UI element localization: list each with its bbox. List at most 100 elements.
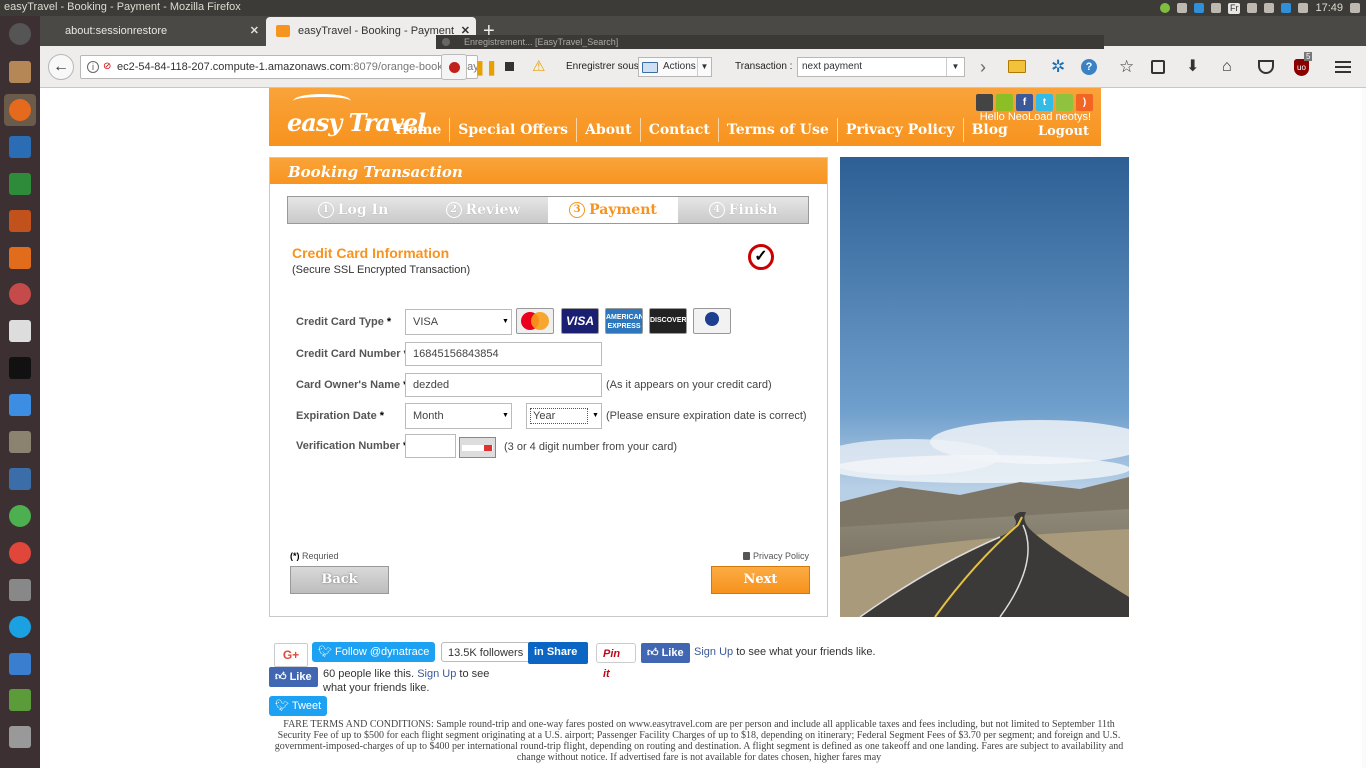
verification-input[interactable] xyxy=(405,434,456,458)
launcher-skype-icon[interactable] xyxy=(4,611,36,643)
clock[interactable]: 17:49 xyxy=(1315,2,1343,14)
keyboard-layout-indicator[interactable]: Fr xyxy=(1227,2,1241,14)
facebook-signup-link-2[interactable]: Sign Up xyxy=(417,668,456,680)
launcher-vmware-icon[interactable] xyxy=(4,648,36,680)
linkedin-share-button[interactable]: in Share xyxy=(528,642,588,664)
chevron-down-icon[interactable]: ▼ xyxy=(946,58,964,76)
help-icon[interactable]: ? xyxy=(1081,59,1097,75)
chevron-down-icon: ▼ xyxy=(697,58,711,76)
volume-icon[interactable] xyxy=(1298,3,1309,13)
recorder-window-titlebar[interactable]: Enregistrement... [EasyTravel_Search] xyxy=(436,35,1104,49)
apple-icon[interactable] xyxy=(976,94,993,111)
power-gear-icon[interactable] xyxy=(1350,3,1360,13)
step-review[interactable]: 2 Review xyxy=(418,197,548,223)
wifi-icon[interactable] xyxy=(1264,3,1275,13)
mail-icon[interactable] xyxy=(1281,3,1292,13)
record-button[interactable] xyxy=(441,54,467,80)
facebook-icon[interactable]: f xyxy=(1016,94,1033,111)
card-number-input[interactable]: 16845156843854 xyxy=(405,342,602,366)
folder-icon xyxy=(642,62,658,73)
warning-icon[interactable]: ⚠ xyxy=(532,59,548,75)
info-icon[interactable]: i xyxy=(87,61,99,74)
tab-sessionrestore[interactable]: about:sessionrestore ✕ xyxy=(55,17,265,46)
launcher-impress-icon[interactable] xyxy=(4,205,36,237)
facebook-like-button[interactable]: 👍︎ Like xyxy=(641,643,690,663)
url-bar[interactable]: i ⊘ ec2-54-84-118-207.compute-1.amazonaws.… xyxy=(80,55,478,79)
launcher-chrome-icon[interactable] xyxy=(4,537,36,569)
twitter-icon[interactable]: t xyxy=(1036,94,1053,111)
android-icon[interactable] xyxy=(996,94,1013,111)
launcher-calc-icon[interactable] xyxy=(4,168,36,200)
next-button[interactable]: Next xyxy=(711,566,810,594)
launcher-dash-icon[interactable] xyxy=(4,18,36,50)
facebook-signup-link[interactable]: Sign Up xyxy=(694,646,733,658)
mastercard-icon[interactable] xyxy=(516,308,554,334)
nav-about[interactable]: About xyxy=(577,118,641,142)
pocket-icon[interactable] xyxy=(1258,60,1274,74)
launcher-dropbox-icon[interactable] xyxy=(4,389,36,421)
expiration-year-select[interactable]: Year ▼ xyxy=(526,403,602,429)
amex-icon[interactable]: AMERICAN EXPRESS xyxy=(605,308,643,334)
launcher-pinwheel-icon[interactable] xyxy=(4,500,36,532)
step-login[interactable]: 1 Log In xyxy=(288,197,418,223)
network-tray-icon[interactable] xyxy=(1210,3,1221,13)
scrollbar[interactable] xyxy=(1362,88,1366,768)
launcher-gimp-icon[interactable] xyxy=(4,426,36,458)
windows-icon[interactable] xyxy=(1056,94,1073,111)
nav-special-offers[interactable]: Special Offers xyxy=(450,118,578,142)
launcher-terminal-icon[interactable] xyxy=(4,684,36,716)
launcher-files-icon[interactable] xyxy=(4,56,36,88)
logout-link[interactable]: Logout xyxy=(1038,124,1089,139)
nav-terms-of-use[interactable]: Terms of Use xyxy=(719,118,838,142)
facebook-like-button-2[interactable]: 👍︎ Like xyxy=(269,667,318,687)
launcher-trash-icon[interactable] xyxy=(4,721,36,753)
reading-list-icon[interactable] xyxy=(1151,60,1165,74)
transaction-input[interactable]: next payment ▼ xyxy=(797,57,965,77)
nav-privacy-policy[interactable]: Privacy Policy xyxy=(838,118,964,142)
dropbox-tray-icon[interactable] xyxy=(1176,3,1187,13)
launcher-remote-desktop-icon[interactable] xyxy=(4,463,36,495)
twitter-follow-button[interactable]: 🐦︎ Follow @dynatrace xyxy=(312,642,436,662)
owner-name-input[interactable]: dezded xyxy=(405,373,602,397)
bookmark-star-icon[interactable]: ☆ xyxy=(1119,58,1135,75)
discover-icon[interactable]: DISCOVER xyxy=(649,308,687,334)
diners-club-icon[interactable] xyxy=(693,308,731,334)
pause-icon[interactable]: ❚❚ xyxy=(474,59,497,75)
launcher-intellij-icon[interactable] xyxy=(4,352,36,384)
stop-icon[interactable] xyxy=(502,59,518,75)
launcher-firefox-icon[interactable] xyxy=(4,94,36,126)
launcher-software-center-icon[interactable] xyxy=(4,242,36,274)
close-icon[interactable]: ✕ xyxy=(250,17,259,46)
privacy-policy-link[interactable]: Privacy Policy xyxy=(742,551,809,561)
launcher-writer-icon[interactable] xyxy=(4,131,36,163)
back-button[interactable]: Back xyxy=(290,566,389,594)
launcher-help-icon[interactable] xyxy=(4,574,36,606)
window-close-icon[interactable] xyxy=(442,38,450,46)
actions-select[interactable]: Actions ▼ xyxy=(638,57,712,77)
ublock-icon[interactable]: uo xyxy=(1294,59,1309,76)
step-payment[interactable]: 3 Payment xyxy=(548,197,678,223)
launcher-settings-icon[interactable] xyxy=(4,278,36,310)
chrome-tray-icon[interactable] xyxy=(1193,3,1204,13)
launcher-amazon-icon[interactable] xyxy=(4,315,36,347)
nav-home[interactable]: Home xyxy=(387,118,451,142)
expiration-month-select[interactable]: Month ▼ xyxy=(405,403,512,429)
download-icon[interactable]: ⬇ xyxy=(1186,59,1202,75)
insecure-lock-icon[interactable]: ⊘ xyxy=(103,62,113,72)
card-type-select[interactable]: VISA ▼ xyxy=(405,309,512,335)
back-arrow-icon[interactable]: ← xyxy=(48,54,74,80)
update-icon[interactable] xyxy=(1159,3,1170,13)
step-finish[interactable]: 4 Finish xyxy=(678,197,808,223)
hamburger-menu-icon[interactable] xyxy=(1335,59,1351,75)
settings-icon[interactable]: ✲ xyxy=(1051,58,1067,75)
nav-contact[interactable]: Contact xyxy=(641,118,719,142)
pinterest-pin-button[interactable]: Pin it xyxy=(596,643,636,680)
rss-icon[interactable]: ) xyxy=(1076,94,1093,111)
open-folder-icon[interactable] xyxy=(1008,60,1026,73)
google-plus-button[interactable]: G+ xyxy=(274,643,308,667)
visa-icon[interactable]: VISA xyxy=(561,308,599,334)
tweet-button[interactable]: 🐦︎ Tweet xyxy=(269,696,328,716)
play-icon[interactable]: › xyxy=(980,58,996,76)
home-icon[interactable]: ⌂ xyxy=(1222,59,1238,75)
bluetooth-icon[interactable] xyxy=(1247,3,1258,13)
